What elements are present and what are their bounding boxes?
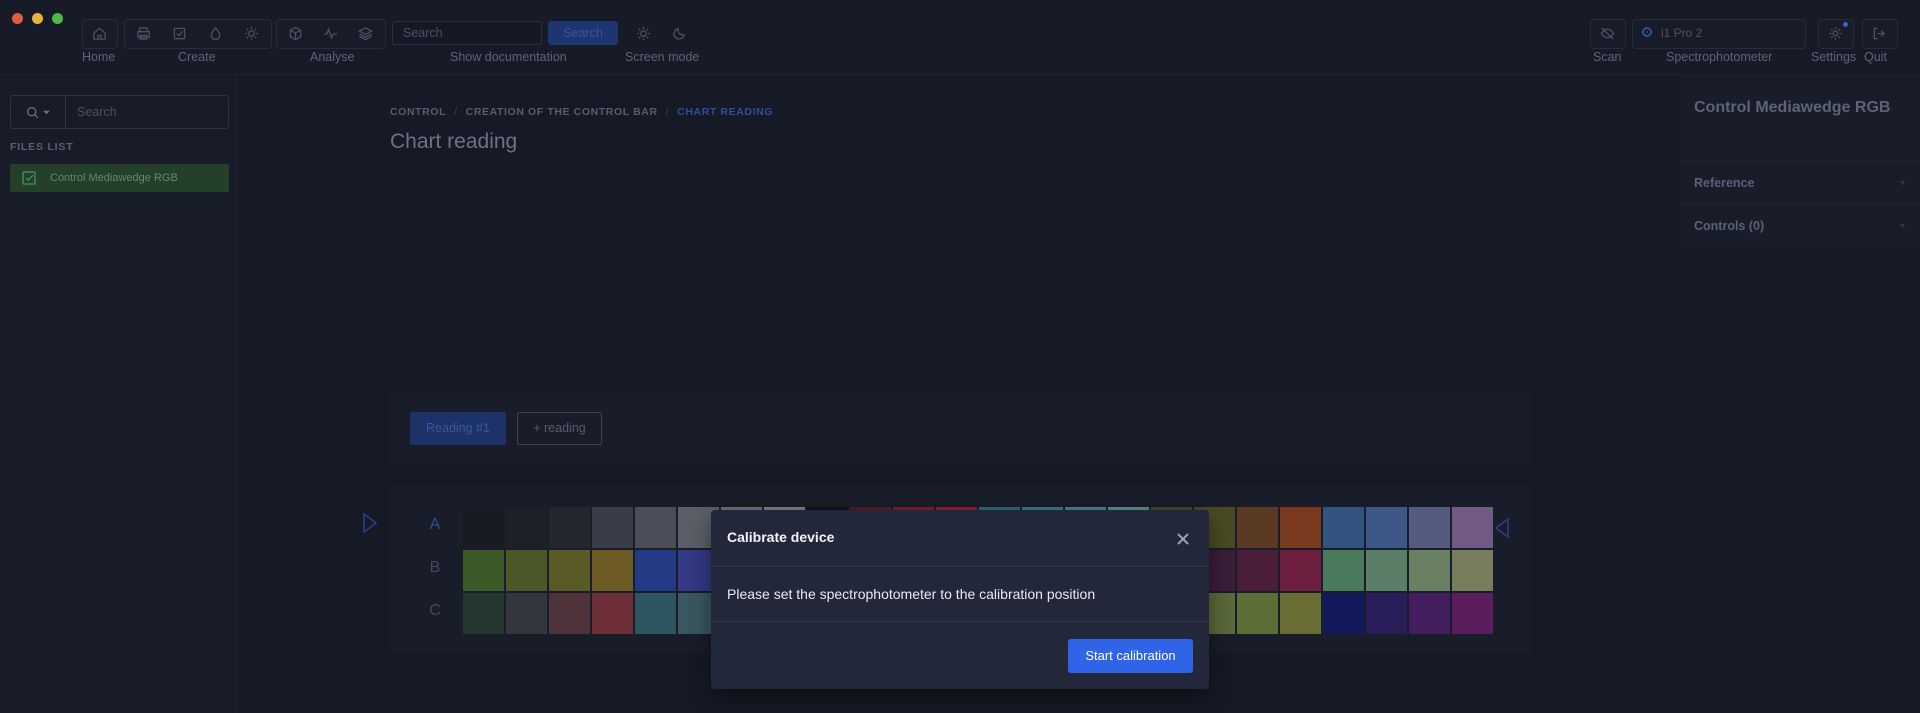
color-patch[interactable] bbox=[1323, 593, 1364, 634]
color-patch[interactable] bbox=[1452, 550, 1493, 591]
files-list-heading: FILES LIST bbox=[10, 141, 74, 153]
right-panel-title: Control Mediawedge RGB bbox=[1694, 99, 1891, 116]
device-selector[interactable] bbox=[1632, 19, 1806, 49]
create-label[interactable]: Create bbox=[178, 50, 216, 64]
notification-dot bbox=[1843, 22, 1848, 27]
chevron-down-icon[interactable]: ▾ bbox=[1900, 178, 1905, 189]
row-label-b: B bbox=[429, 559, 441, 576]
dialog-title: Calibrate device bbox=[727, 529, 835, 545]
color-patch[interactable] bbox=[1323, 507, 1364, 548]
color-patch[interactable] bbox=[592, 507, 633, 548]
breadcrumb-separator: / bbox=[665, 106, 670, 118]
analyse-label[interactable]: Analyse bbox=[310, 50, 354, 64]
start-calibration-button[interactable]: Start calibration bbox=[1068, 639, 1193, 673]
color-patch[interactable] bbox=[1452, 593, 1493, 634]
add-reading-button[interactable]: + reading bbox=[517, 412, 602, 445]
divider bbox=[1680, 161, 1920, 162]
search-filter-button[interactable] bbox=[10, 95, 66, 129]
file-name: Control Mediawedge RGB bbox=[50, 172, 178, 184]
checkbox-icon[interactable] bbox=[162, 19, 196, 47]
doc-search-button[interactable]: Search bbox=[548, 21, 618, 45]
breadcrumb-creation[interactable]: CREATION OF THE CONTROL BAR bbox=[466, 106, 658, 118]
color-patch[interactable] bbox=[592, 550, 633, 591]
sun-icon[interactable] bbox=[234, 19, 268, 47]
file-item[interactable]: Control Mediawedge RGB bbox=[10, 164, 229, 192]
droplet-icon[interactable] bbox=[198, 19, 232, 47]
file-search-input[interactable]: Search bbox=[66, 95, 229, 129]
controls-section[interactable]: Controls (0) bbox=[1694, 219, 1764, 233]
breadcrumb-current: CHART READING bbox=[677, 106, 774, 118]
color-patch[interactable] bbox=[1409, 593, 1450, 634]
color-patch[interactable] bbox=[1280, 507, 1321, 548]
device-status-icon bbox=[1642, 27, 1652, 37]
color-patch[interactable] bbox=[592, 593, 633, 634]
scan-label[interactable]: Scan bbox=[1593, 50, 1622, 64]
reference-section[interactable]: Reference bbox=[1694, 176, 1754, 190]
color-patch[interactable] bbox=[463, 593, 504, 634]
color-patch[interactable] bbox=[1280, 550, 1321, 591]
color-patch[interactable] bbox=[506, 507, 547, 548]
color-patch[interactable] bbox=[1280, 593, 1321, 634]
divider bbox=[1680, 204, 1920, 205]
color-patch[interactable] bbox=[1452, 507, 1493, 548]
show-documentation-label[interactable]: Show documentation bbox=[450, 50, 567, 64]
caret-down-icon bbox=[43, 110, 50, 114]
color-patch[interactable] bbox=[1237, 550, 1278, 591]
color-patch[interactable] bbox=[549, 507, 590, 548]
settings-label[interactable]: Settings bbox=[1811, 50, 1856, 64]
color-patch[interactable] bbox=[1366, 507, 1407, 548]
screen-mode-label[interactable]: Screen mode bbox=[625, 50, 699, 64]
color-patch[interactable] bbox=[506, 550, 547, 591]
checkbox-icon bbox=[22, 171, 36, 185]
row-label-c: C bbox=[429, 602, 441, 619]
maximize-window-icon[interactable] bbox=[52, 13, 63, 24]
row-label-a: A bbox=[429, 516, 441, 533]
breadcrumb: CONTROL / CREATION OF THE CONTROL BAR / … bbox=[390, 106, 773, 118]
play-right-icon[interactable] bbox=[362, 512, 378, 534]
dark-mode-icon[interactable] bbox=[662, 19, 696, 47]
color-patch[interactable] bbox=[1366, 550, 1407, 591]
spectrophotometer-label[interactable]: Spectrophotometer bbox=[1666, 50, 1772, 64]
cube-icon[interactable] bbox=[278, 19, 312, 47]
color-patch[interactable] bbox=[549, 593, 590, 634]
divider bbox=[711, 621, 1209, 622]
color-patch[interactable] bbox=[1237, 593, 1278, 634]
breadcrumb-control[interactable]: CONTROL bbox=[390, 106, 446, 118]
activity-icon[interactable] bbox=[313, 19, 347, 47]
color-patch[interactable] bbox=[635, 550, 676, 591]
divider bbox=[711, 566, 1209, 567]
color-patch[interactable] bbox=[1409, 550, 1450, 591]
reading-tab[interactable]: Reading #1 bbox=[410, 412, 506, 445]
page-title: Chart reading bbox=[390, 130, 518, 153]
breadcrumb-separator: / bbox=[454, 106, 458, 118]
color-patch[interactable] bbox=[1237, 507, 1278, 548]
color-patch[interactable] bbox=[506, 593, 547, 634]
minimize-window-icon[interactable] bbox=[32, 13, 43, 24]
light-mode-icon[interactable] bbox=[626, 19, 660, 47]
device-name: i1 Pro 2 bbox=[1661, 26, 1703, 40]
close-window-icon[interactable] bbox=[12, 13, 23, 24]
play-left-icon[interactable] bbox=[1494, 517, 1510, 539]
logout-icon[interactable] bbox=[1862, 19, 1896, 47]
color-patch[interactable] bbox=[1323, 550, 1364, 591]
color-patch[interactable] bbox=[549, 550, 590, 591]
layers-icon[interactable] bbox=[348, 19, 382, 47]
color-patch[interactable] bbox=[463, 550, 504, 591]
quit-label[interactable]: Quit bbox=[1864, 50, 1887, 64]
color-patch[interactable] bbox=[635, 593, 676, 634]
dialog-message: Please set the spectrophotometer to the … bbox=[727, 586, 1096, 602]
chevron-down-icon[interactable]: ▾ bbox=[1900, 221, 1905, 232]
home-label[interactable]: Home bbox=[82, 50, 115, 64]
color-patch[interactable] bbox=[1409, 507, 1450, 548]
color-patch[interactable] bbox=[463, 507, 504, 548]
color-patch[interactable] bbox=[635, 507, 676, 548]
eye-off-icon[interactable] bbox=[1590, 19, 1624, 47]
doc-search-input[interactable]: Search bbox=[392, 21, 542, 45]
color-patch[interactable] bbox=[1366, 593, 1407, 634]
home-icon[interactable] bbox=[82, 19, 116, 47]
search-icon bbox=[26, 106, 39, 118]
print-icon[interactable] bbox=[126, 19, 160, 47]
close-icon[interactable] bbox=[1174, 530, 1192, 548]
